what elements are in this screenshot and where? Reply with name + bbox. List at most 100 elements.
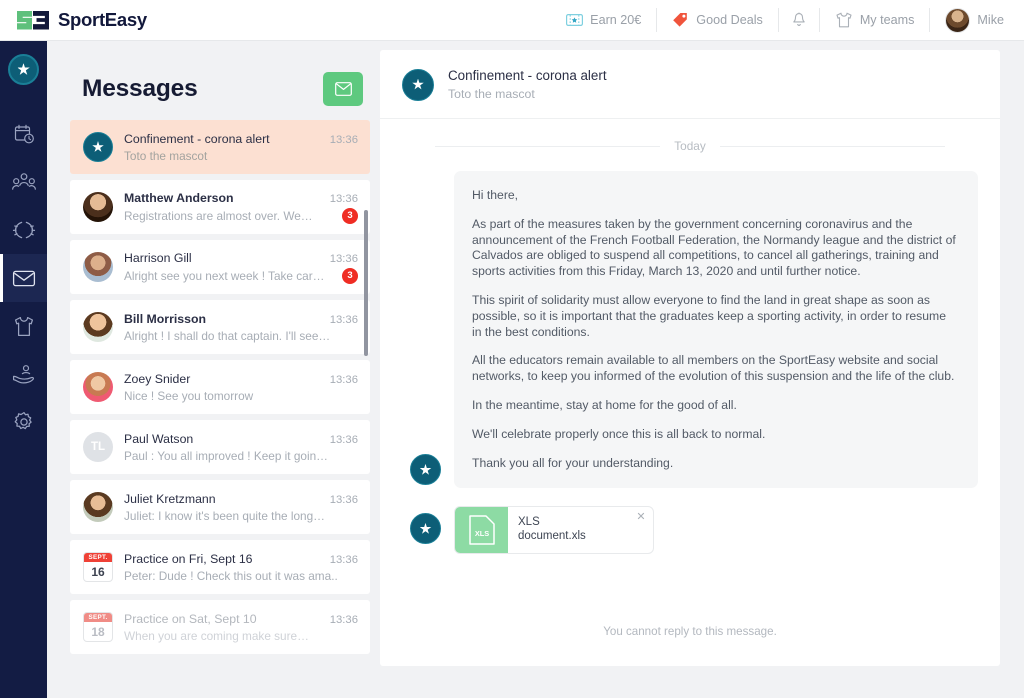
list-item-preview: When you are coming make sure…: [124, 629, 358, 643]
envelope-icon: [12, 269, 36, 288]
sidebar-rail: [0, 41, 47, 698]
se-logo-icon: [17, 11, 49, 30]
list-item-title: Zoey Snider: [124, 372, 322, 386]
nav-my-teams[interactable]: My teams: [820, 8, 931, 32]
sidebar-item-messages[interactable]: [0, 254, 47, 302]
xls-file-icon: XLS: [455, 507, 508, 553]
list-item-body: Zoey Snider 13:36 Nice ! See you tomorrow: [124, 372, 358, 403]
list-item-time: 13:36: [330, 314, 358, 326]
team-crest-icon[interactable]: [8, 54, 39, 85]
message-paragraph: In the meantime, stay at home for the go…: [472, 398, 958, 414]
gear-icon: [13, 411, 35, 433]
list-item[interactable]: TLPaul Watson13:36Paul : You all improve…: [70, 420, 370, 474]
sidebar-item-shop[interactable]: [0, 302, 47, 350]
calendar-day: 18: [84, 622, 112, 641]
nav-my-teams-label: My teams: [860, 13, 915, 27]
nav-earn-20-label: Earn 20€: [590, 13, 641, 27]
message-subject: Confinement - corona alert: [448, 68, 607, 83]
list-item-preview: Registrations are almost over. We…: [124, 209, 334, 223]
jersey-icon: [13, 316, 35, 337]
list-item-preview: Alright ! I shall do that captain. I'll …: [124, 329, 358, 343]
calendar-avatar-icon: SEPT.16: [83, 552, 113, 582]
attachment-filename: document.xls: [518, 529, 586, 543]
calendar-month: SEPT.: [84, 613, 112, 622]
list-item-time: 13:36: [330, 374, 358, 386]
nav-user-menu[interactable]: Mike: [930, 8, 1024, 32]
message-sender: Toto the mascot: [448, 87, 607, 101]
list-item[interactable]: Harrison Gill13:36Alright see you next w…: [70, 240, 370, 294]
xls-file-icon: XLS: [469, 515, 495, 545]
list-item-title: Paul Watson: [124, 432, 322, 446]
status-badge: 3: [342, 208, 358, 224]
day-divider: Today: [435, 139, 945, 153]
tag-icon: [672, 12, 689, 28]
list-item[interactable]: Confinement - corona alert 13:36 Toto the …: [70, 120, 370, 174]
list-item-time: 13:36: [330, 494, 358, 506]
list-item[interactable]: SEPT.18Practice on Sat, Sept 1013:36When…: [70, 600, 370, 654]
avatar: [83, 492, 113, 522]
list-item-body: Paul Watson13:36Paul : You all improved …: [124, 432, 358, 463]
list-item-title: Matthew Anderson: [124, 191, 322, 205]
message-paragraph: All the educators remain available to al…: [472, 353, 958, 385]
list-item[interactable]: SEPT.16Practice on Fri, Sept 1613:36Pete…: [70, 540, 370, 594]
list-item-title: Confinement - corona alert: [124, 132, 322, 146]
nav-good-deals[interactable]: Good Deals: [657, 8, 779, 32]
calendar-clock-icon: [13, 123, 35, 145]
sidebar-item-results[interactable]: [0, 206, 47, 254]
message-paragraph: Thank you all for your understanding.: [472, 456, 958, 472]
list-item-time: 13:36: [330, 193, 358, 205]
message-paragraph: Hi there,: [472, 188, 958, 204]
sidebar-item-calendar[interactable]: [0, 110, 47, 158]
avatar: [945, 8, 970, 33]
list-item-title: Juliet Kretzmann: [124, 492, 322, 506]
message-bubble-block: Hi there,As part of the measures taken b…: [380, 153, 1000, 488]
compose-button[interactable]: [323, 72, 363, 106]
message-list-header: Messages: [70, 58, 370, 120]
list-item[interactable]: Zoey Snider 13:36 Nice ! See you tomorrow: [70, 360, 370, 414]
reply-disabled-notice: You cannot reply to this message.: [380, 625, 1000, 638]
avatar: [83, 312, 113, 342]
list-item[interactable]: Matthew Anderson 13:36 Registrations are a…: [70, 180, 370, 234]
list-item-title: Bill Morrisson: [124, 312, 322, 326]
list-item-preview: Nice ! See you tomorrow: [124, 389, 358, 403]
team-crest-icon: [410, 513, 441, 544]
list-item-body: Harrison Gill13:36Alright see you next w…: [124, 251, 358, 284]
team-crest-icon: [402, 69, 434, 101]
sidebar-item-sponsors[interactable]: [0, 350, 47, 398]
list-item[interactable]: Bill Morrisson 13:36 Alright ! I shall do …: [70, 300, 370, 354]
list-scrollbar[interactable]: [364, 210, 368, 356]
avatar: [83, 252, 113, 282]
list-item[interactable]: Juliet Kretzmann13:36Juliet: I know it's…: [70, 480, 370, 534]
list-item-body: Juliet Kretzmann13:36Juliet: I know it's…: [124, 492, 358, 523]
list-item-title: Practice on Fri, Sept 16: [124, 552, 322, 566]
nav-good-deals-label: Good Deals: [696, 13, 763, 27]
list-item-title: Harrison Gill: [124, 251, 322, 265]
message-paragraph: This spirit of solidarity must allow eve…: [472, 293, 958, 340]
list-item-preview: Toto the mascot: [124, 149, 358, 163]
page-title: Messages: [82, 75, 198, 103]
brand-logo[interactable]: SportEasy: [17, 9, 147, 31]
calendar-day: 16: [84, 562, 112, 581]
top-bar: SportEasy Earn 20€ Good Deals: [0, 0, 1024, 41]
hand-person-icon: [12, 364, 36, 384]
list-item-body: Matthew Anderson 13:36 Registrations are a…: [124, 191, 358, 224]
nav-earn-20[interactable]: Earn 20€: [551, 8, 657, 32]
attachment-card[interactable]: XLS XLS document.xls ✕: [454, 506, 654, 554]
avatar: [83, 372, 113, 402]
compose-mail-icon: [335, 82, 352, 96]
sidebar-item-settings[interactable]: [0, 398, 47, 446]
sidebar-item-members[interactable]: [0, 158, 47, 206]
attachment-block: XLS XLS document.xls ✕: [380, 488, 1000, 554]
nav-notifications[interactable]: [779, 8, 820, 32]
list-item-time: 13:36: [330, 554, 358, 566]
list-item-preview: Paul : You all improved ! Keep it goin…: [124, 449, 358, 463]
list-item-title: Practice on Sat, Sept 10: [124, 612, 322, 626]
calendar-avatar-icon: SEPT.18: [83, 612, 113, 642]
close-icon[interactable]: ✕: [635, 511, 647, 523]
avatar: [83, 132, 113, 162]
list-item-time: 13:36: [330, 134, 358, 146]
team-crest-icon: [410, 454, 441, 485]
laurel-wreath-icon: [12, 220, 36, 240]
message-header: Confinement - corona alert Toto the masc…: [380, 50, 1000, 119]
list-item-body: Practice on Fri, Sept 1613:36Peter: Dude…: [124, 552, 358, 583]
